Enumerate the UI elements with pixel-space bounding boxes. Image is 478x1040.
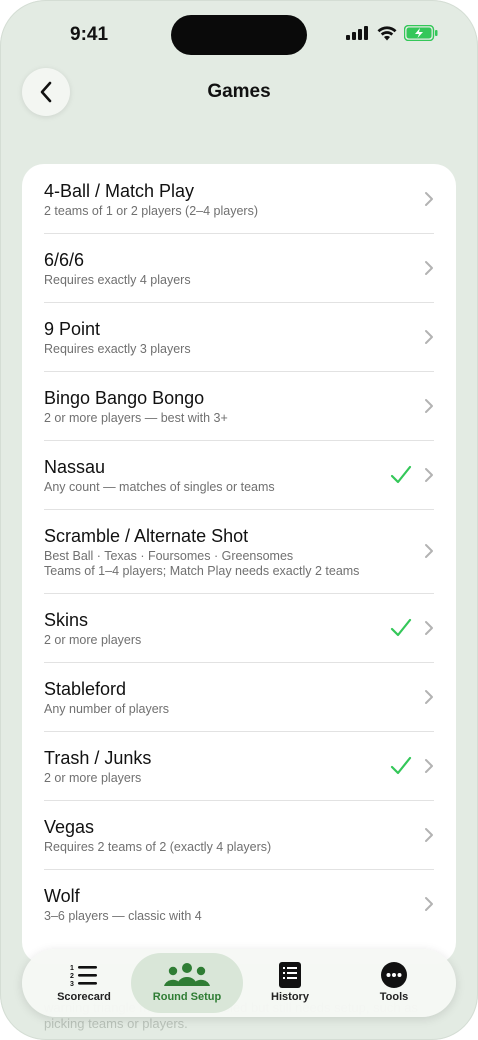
game-row[interactable]: Trash / Junks 2 or more players	[22, 731, 456, 800]
game-row[interactable]: Skins 2 or more players	[22, 593, 456, 662]
chevron-right-icon	[425, 896, 433, 911]
status-icons	[346, 25, 438, 41]
dynamic-island	[171, 15, 307, 55]
checkmark-icon	[390, 756, 412, 774]
game-title: Scramble / Alternate Shot	[44, 526, 249, 546]
checkmark-icon	[390, 618, 412, 636]
game-row[interactable]: Scramble / Alternate Shot Best Ball · Tex…	[22, 509, 456, 593]
chevron-right-icon	[425, 827, 433, 842]
game-subtitle: 2 teams of 1 or 2 players (2–4 players)	[44, 204, 258, 218]
game-subtitle: Any number of players	[44, 702, 170, 716]
tab-round-setup[interactable]: Round Setup	[131, 953, 243, 1013]
svg-text:3: 3	[70, 981, 74, 987]
game-row[interactable]: Stableford Any number of players	[22, 662, 456, 731]
chevron-right-icon	[425, 544, 433, 558]
checkmark-icon	[390, 465, 412, 483]
chevron-right-icon	[425, 398, 433, 413]
cellular-signal-icon	[346, 26, 368, 40]
game-subtitle: 3–6 players — classic with 4	[44, 909, 202, 923]
chevron-right-icon	[425, 191, 433, 206]
game-title: 9 Point	[44, 319, 101, 339]
wifi-icon	[377, 25, 397, 40]
chevron-right-icon	[425, 467, 433, 482]
phone-screen: 9:41 Games 4-Ball / Match Play 2 teams of…	[0, 0, 478, 1040]
tab-scorecard[interactable]: 1 2 3 Scorecard	[28, 953, 140, 1013]
games-list: 4-Ball / Match Play 2 teams of 1 or 2 pla…	[22, 164, 456, 938]
game-subtitle: Requires exactly 3 players	[44, 342, 191, 356]
game-row[interactable]: 9 Point Requires exactly 3 players	[22, 302, 456, 371]
game-subtitle: 2 or more players — best with 3+	[44, 411, 228, 425]
notebook-icon	[279, 962, 301, 988]
tab-history[interactable]: History	[234, 953, 346, 1013]
group-people-icon	[164, 963, 210, 986]
tab-tools[interactable]: Tools	[338, 953, 450, 1013]
chevron-right-icon	[425, 620, 433, 635]
chevron-right-icon	[425, 260, 433, 275]
game-row[interactable]: Vegas Requires 2 teams of 2 (exactly 4 pl…	[22, 800, 456, 869]
numbered-list-icon: 1 2 3	[70, 965, 97, 987]
tab-label: Scorecard	[57, 991, 111, 1003]
chevron-right-icon	[425, 689, 433, 704]
game-subtitle: Requires 2 teams of 2 (exactly 4 players…	[44, 840, 272, 854]
tab-label: Tools	[379, 991, 409, 1003]
game-title: 4-Ball / Match Play	[44, 181, 195, 201]
game-title: Wolf	[44, 886, 80, 906]
game-row[interactable]: 6/6/6 Requires exactly 4 players	[22, 233, 456, 302]
page-title: Games	[207, 81, 271, 102]
svg-text:1: 1	[70, 965, 74, 972]
tab-bar: 1 2 3 Scorecard Round Setup History Tool…	[22, 949, 456, 1017]
game-row[interactable]: Wolf 3–6 players — classic with 4	[22, 869, 456, 938]
game-row[interactable]: Nassau Any count — matches of singles or …	[22, 440, 456, 509]
game-title: 6/6/6	[44, 250, 85, 270]
tab-label: Round Setup	[152, 991, 222, 1003]
chevron-right-icon	[425, 758, 433, 773]
game-title: Stableford	[44, 679, 127, 699]
battery-charging-icon	[404, 25, 438, 41]
game-subtitle: Best Ball · Texas · Foursomes · Greensom…	[44, 549, 294, 563]
game-row[interactable]: 4-Ball / Match Play 2 teams of 1 or 2 pla…	[22, 164, 456, 233]
game-title: Vegas	[44, 817, 95, 837]
svg-text:2: 2	[70, 973, 74, 980]
games-list-card: 4-Ball / Match Play 2 teams of 1 or 2 pla…	[22, 164, 456, 964]
game-row[interactable]: Bingo Bango Bongo 2 or more players — bes…	[22, 371, 456, 440]
game-title: Bingo Bango Bongo	[44, 388, 205, 408]
more-ellipsis-icon	[381, 962, 407, 988]
game-subtitle: Requires exactly 4 players	[44, 273, 191, 287]
status-time: 9:41	[70, 24, 109, 45]
game-subtitle-secondary: Teams of 1–4 players; Match Play needs e…	[44, 564, 360, 578]
chevron-right-icon	[425, 329, 433, 344]
tab-label: History	[271, 991, 309, 1003]
